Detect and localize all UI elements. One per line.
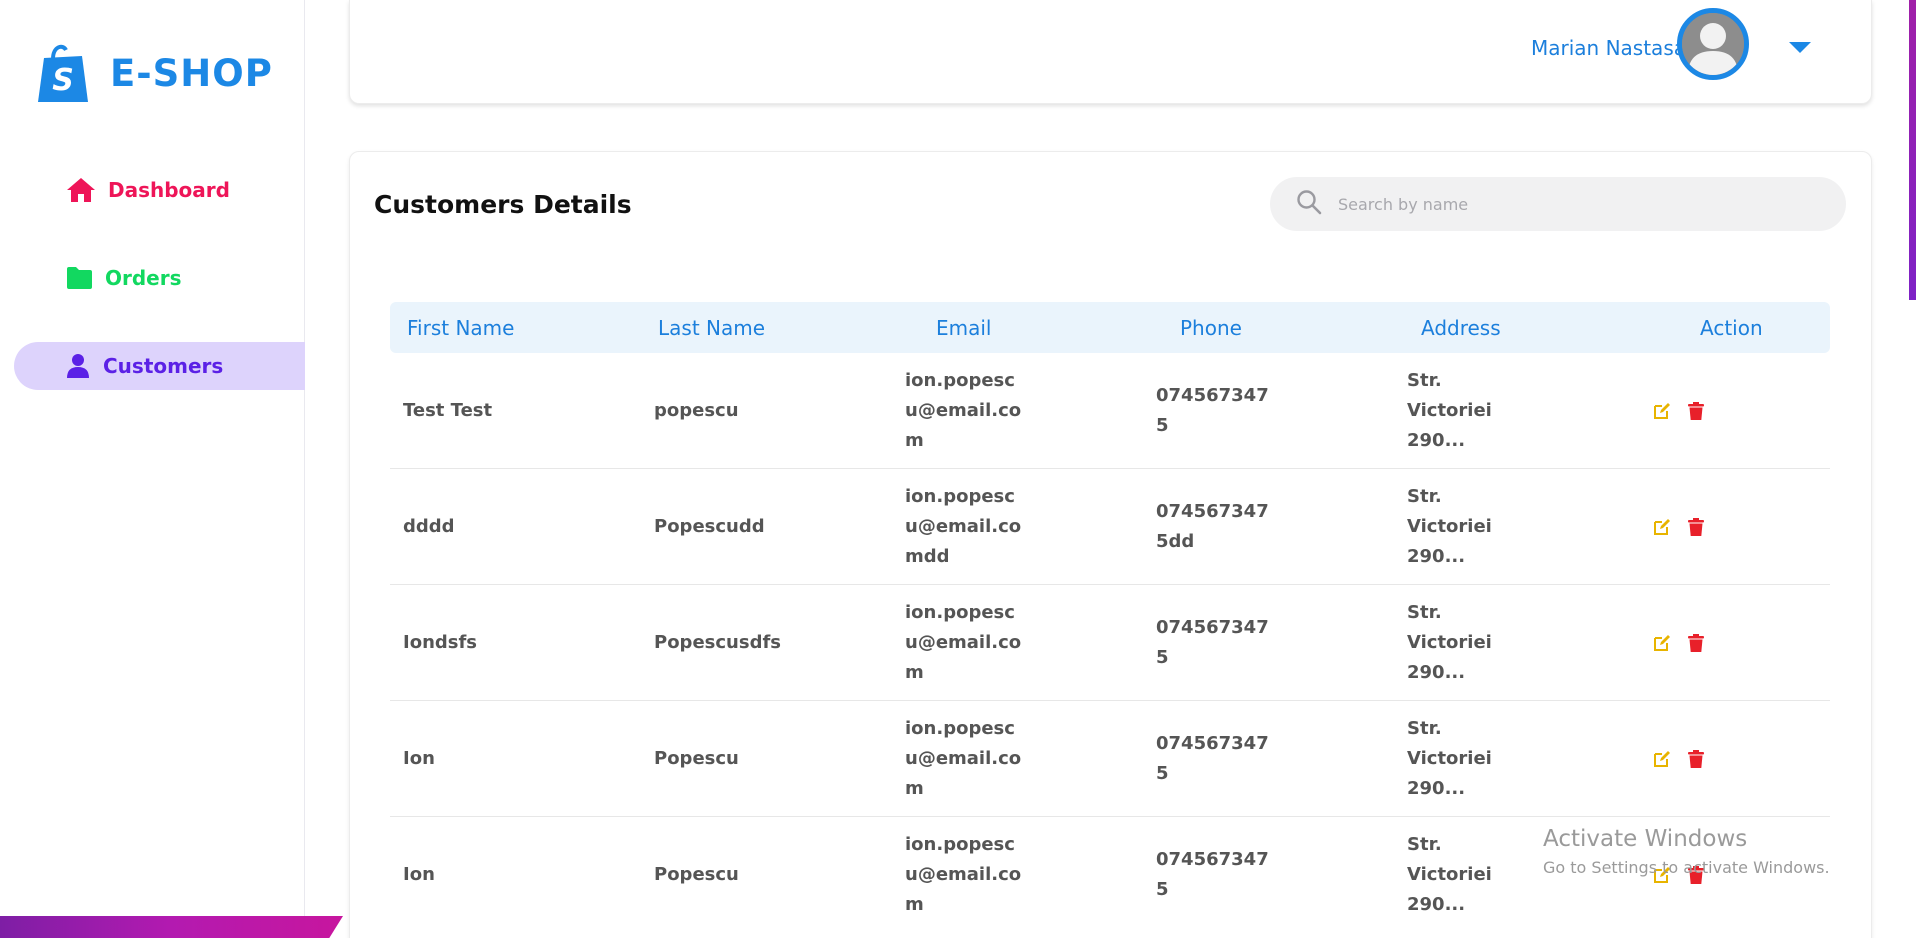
table-header: First Name Last Name Email Phone Address… [390,302,1830,353]
column-header-last-name[interactable]: Last Name [658,316,765,340]
activate-windows-watermark: Activate Windows Go to Settings to activ… [1543,826,1830,877]
trash-icon[interactable] [1687,517,1707,537]
table-row[interactable]: Ion Popescu ion.popescu@email.com 074567… [390,701,1830,817]
trash-icon[interactable] [1687,749,1707,769]
bottom-gradient-bar [0,916,343,938]
cell-first-name: Ion [403,747,435,769]
trash-icon[interactable] [1687,633,1707,653]
avatar[interactable] [1677,8,1749,80]
logo[interactable]: S E-SHOP [36,42,273,104]
top-header: Marian Nastasa [349,0,1872,104]
cell-last-name: Popescudd [654,515,765,537]
cell-address: Str. Victoriei 290... [1407,601,1492,683]
shopping-bag-icon: S [36,42,90,104]
edit-icon[interactable] [1652,633,1672,653]
folder-icon [66,266,93,290]
edit-icon[interactable] [1652,749,1672,769]
watermark-title: Activate Windows [1543,826,1748,852]
column-header-action: Action [1700,315,1763,340]
cell-phone: 0745673475 [1156,384,1269,436]
cell-first-name: Test Test [403,399,493,421]
table-row[interactable]: Test Test popescu ion.popescu@email.com … [390,353,1830,469]
cell-actions [1652,401,1707,421]
cell-actions [1652,633,1707,653]
chevron-down-icon[interactable] [1789,42,1811,53]
cell-last-name: Popescu [654,747,739,769]
cell-email: ion.popescu@email.comdd [905,485,1022,567]
cell-actions [1652,749,1707,769]
cell-email: ion.popescu@email.com [905,601,1022,683]
brand-name: E-SHOP [110,51,273,95]
sidebar-item-label: Customers [103,354,224,378]
user-icon [66,353,90,379]
edit-icon[interactable] [1652,401,1672,421]
column-header-email[interactable]: Email [936,316,992,340]
cell-email: ion.popescu@email.com [905,717,1022,799]
cell-last-name: Popescu [654,864,739,885]
cell-phone: 0745673475 [1156,849,1269,900]
cell-address: Str. Victoriei 290... [1407,369,1492,451]
user-name[interactable]: Marian Nastasa [1531,36,1686,60]
cell-first-name: Iondsfs [403,631,478,653]
customers-panel: Customers Details First Name Last Name E… [349,151,1872,938]
home-icon [66,177,96,203]
search-icon [1296,189,1322,219]
search-input[interactable] [1338,194,1818,214]
cell-address: Str. Victoriei 290... [1407,717,1492,799]
column-header-first-name[interactable]: First Name [407,316,514,340]
cell-last-name: Popescusdfs [654,631,781,653]
edit-icon[interactable] [1652,517,1672,537]
sidebar-item-customers[interactable]: Customers [14,342,305,390]
column-header-address[interactable]: Address [1421,316,1501,340]
column-header-phone[interactable]: Phone [1180,316,1242,340]
cell-phone: 0745673475 [1156,732,1269,784]
cell-first-name: Ion [403,864,435,885]
search-bar[interactable] [1270,177,1846,231]
cell-email: ion.popescu@email.com [905,834,1022,915]
sidebar: S E-SHOP Dashboard Orders Customers [0,0,305,938]
cell-email: ion.popescu@email.com [905,369,1022,451]
cell-address: Str. Victoriei 290... [1407,485,1492,567]
page-title: Customers Details [374,190,632,219]
cell-phone: 0745673475dd [1156,500,1269,552]
cell-first-name: dddd [403,515,455,537]
cell-actions [1652,517,1707,537]
cell-address: Str. Victoriei 290... [1407,834,1492,915]
table-row[interactable]: dddd Popescudd ion.popescu@email.comdd 0… [390,469,1830,585]
scrollbar[interactable] [1909,0,1916,300]
sidebar-item-orders[interactable]: Orders [14,254,305,302]
cell-phone: 0745673475 [1156,616,1269,668]
sidebar-item-label: Dashboard [108,178,230,202]
watermark-subtitle: Go to Settings to activate Windows. [1543,858,1830,877]
cell-last-name: popescu [654,399,739,421]
sidebar-item-dashboard[interactable]: Dashboard [14,166,305,214]
svg-text:S: S [52,63,74,98]
table-row[interactable]: Iondsfs Popescusdfs ion.popescu@email.co… [390,585,1830,701]
trash-icon[interactable] [1687,401,1707,421]
sidebar-item-label: Orders [105,266,182,290]
